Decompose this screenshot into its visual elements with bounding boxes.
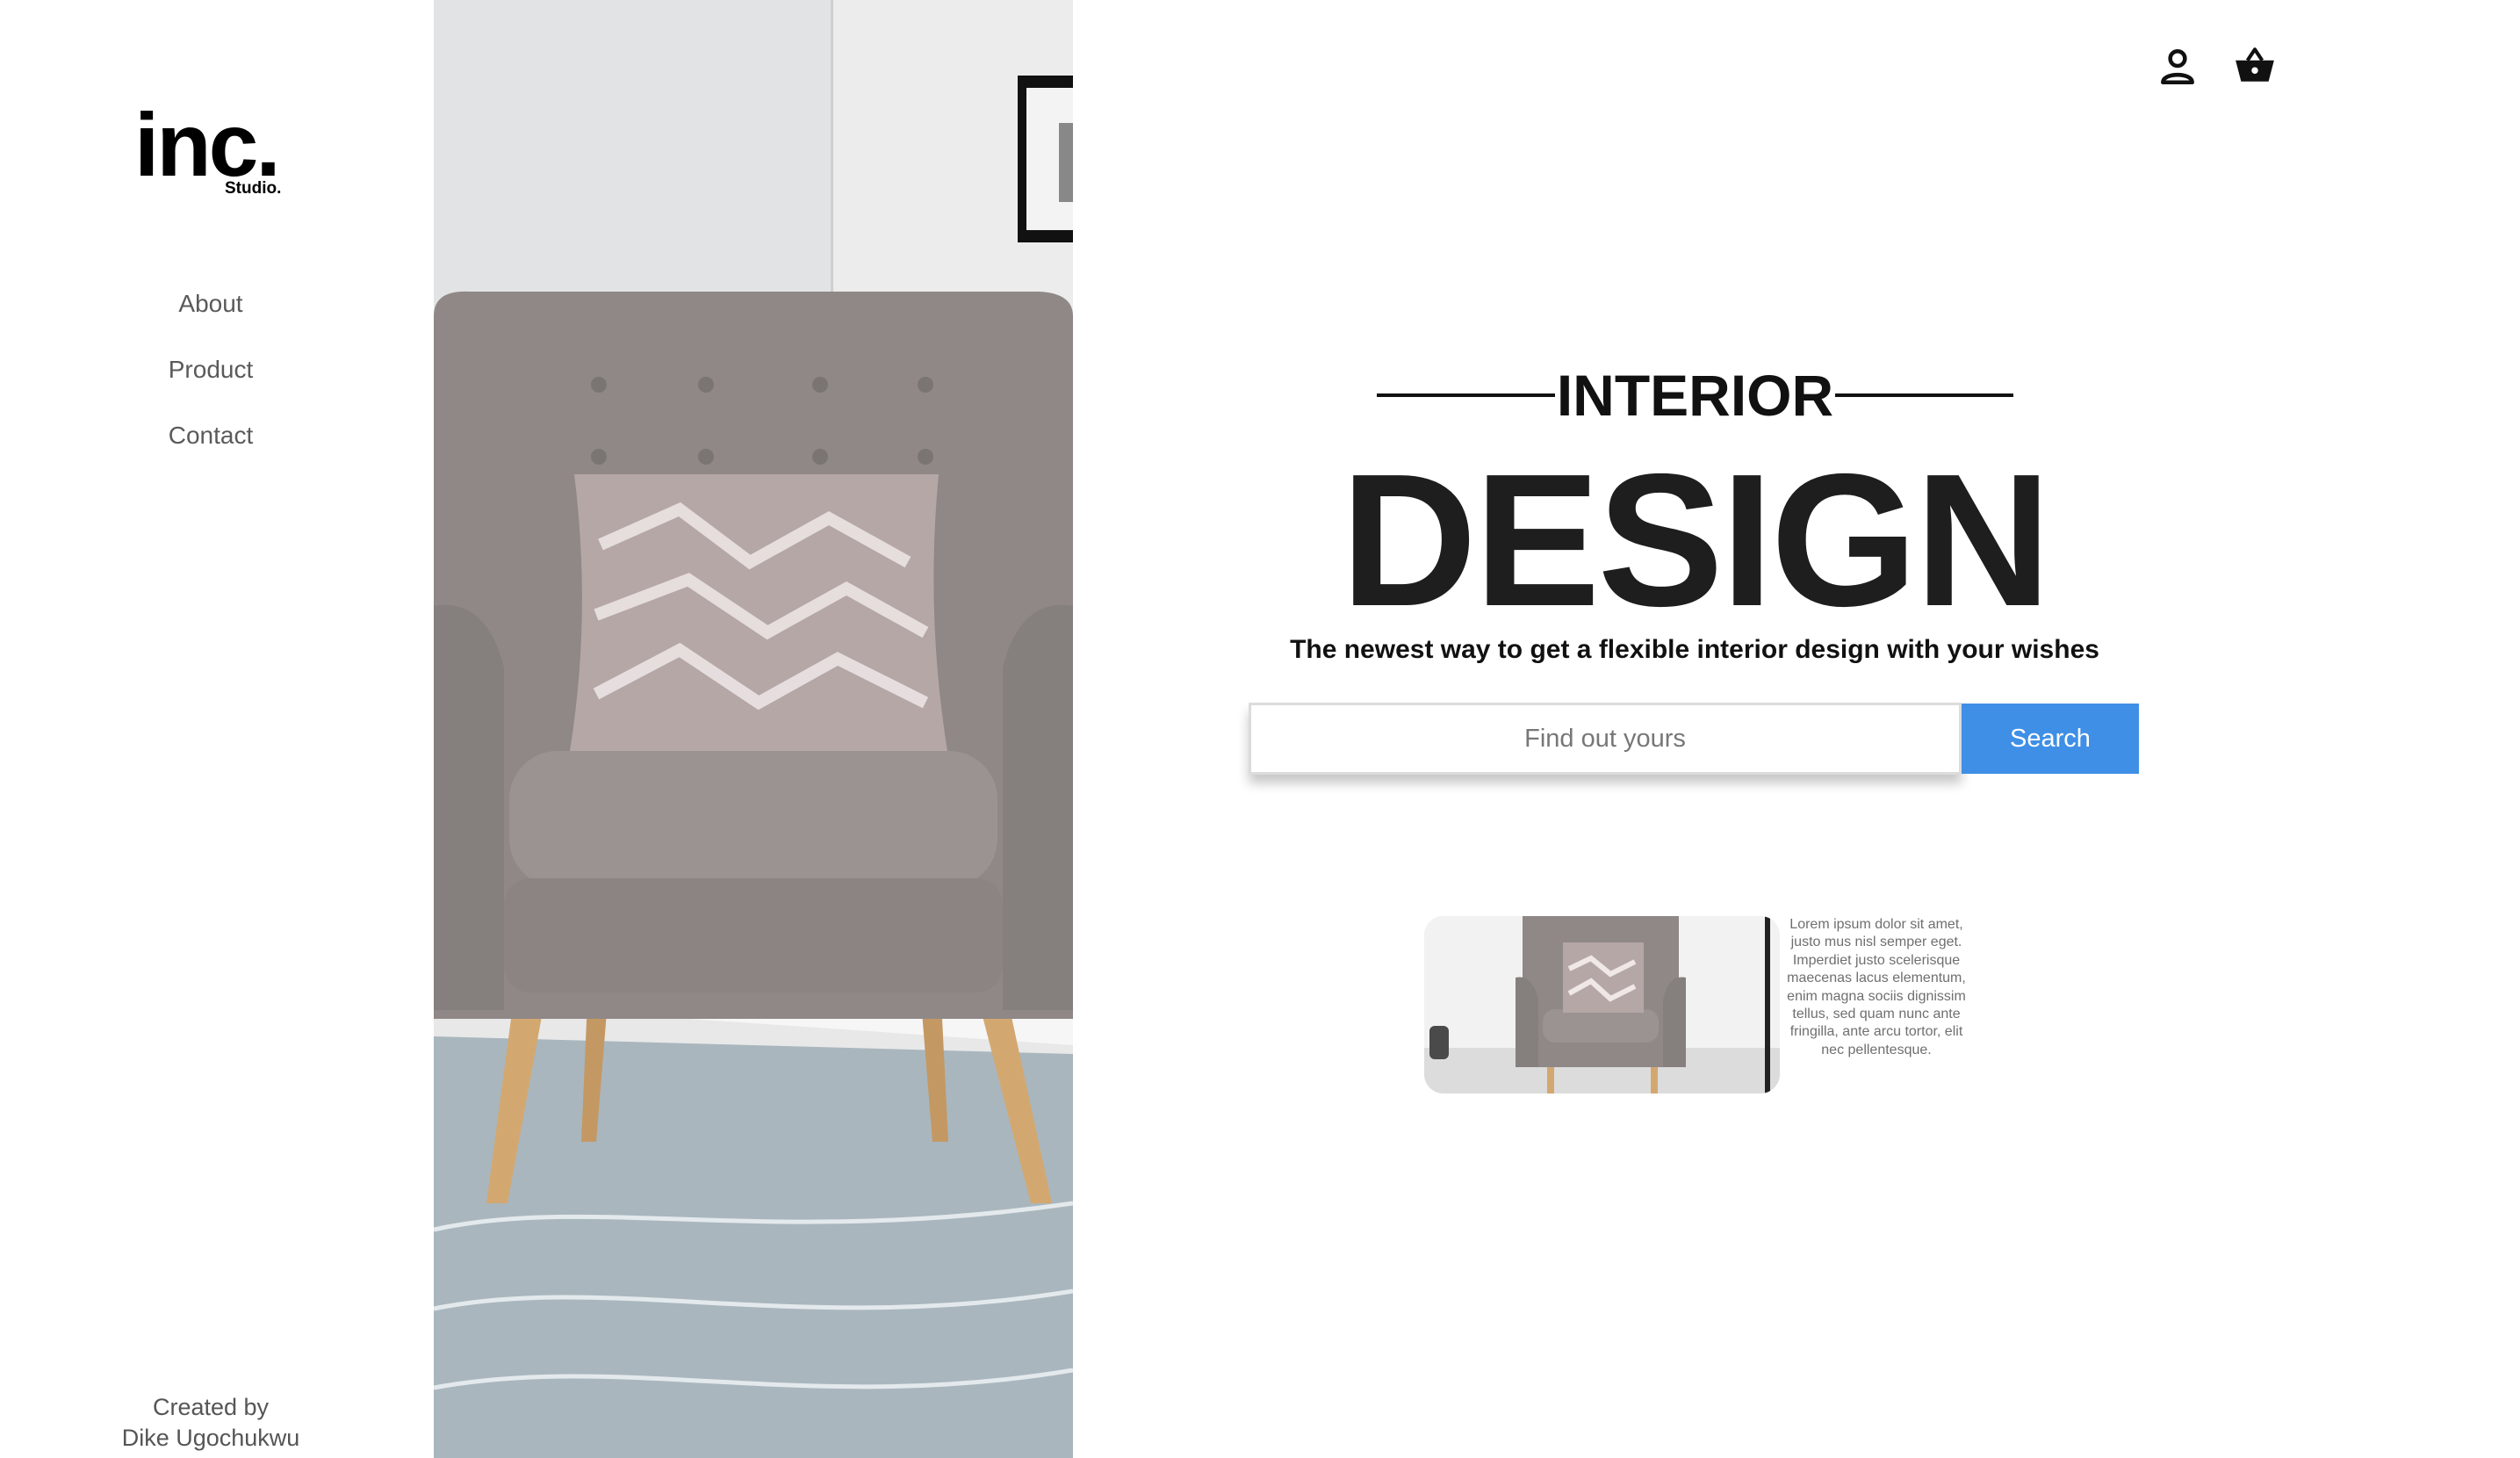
logo-subtext: Studio. xyxy=(225,179,282,198)
page-title: DESIGN xyxy=(1340,434,2051,646)
basket-icon[interactable] xyxy=(2233,44,2277,88)
armchair-illustration xyxy=(434,0,1073,1458)
divider-right xyxy=(1835,393,2013,397)
headline-eyebrow: INTERIOR xyxy=(1377,360,2013,439)
tagline: The newest way to get a flexible interio… xyxy=(1290,635,2099,664)
nav-item-about[interactable]: About xyxy=(0,281,421,347)
user-icon[interactable] xyxy=(2156,44,2200,88)
search-input[interactable] xyxy=(1249,703,1962,775)
nav-item-product[interactable]: Product xyxy=(0,347,421,413)
sidebar-nav: About Product Contact xyxy=(0,281,421,479)
card-armchair-thumbnail[interactable] xyxy=(1424,916,1780,1094)
nav-item-contact[interactable]: Contact xyxy=(0,413,421,479)
search-button[interactable]: Search xyxy=(1962,704,2139,774)
card-description: Lorem ipsum dolor sit amet, justo mus ni… xyxy=(1787,917,1966,1057)
footer-credit: Created by Dike Ugochukwu xyxy=(0,1392,421,1454)
brand-logo[interactable]: inc. Studio. xyxy=(134,97,292,202)
thumbnail-illustration xyxy=(1424,916,1780,1094)
product-card[interactable]: Lorem ipsum dolor sit amet, justo mus ni… xyxy=(1424,916,1969,1096)
hero-armchair-photo xyxy=(434,0,1073,1458)
credit-line-1: Created by xyxy=(152,1394,270,1420)
credit-author: Dike Ugochukwu xyxy=(121,1425,300,1451)
